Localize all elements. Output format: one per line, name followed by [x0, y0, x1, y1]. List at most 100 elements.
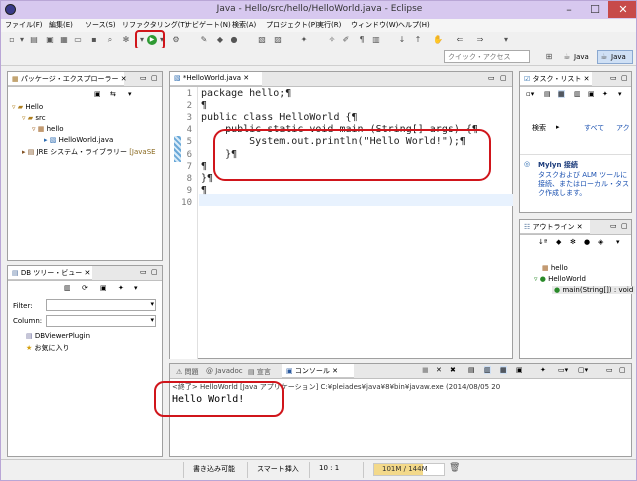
console-scroll-lock-icon[interactable]: ▥ — [484, 366, 491, 374]
filter-combo[interactable]: ▾ — [46, 299, 156, 311]
close-tab-icon[interactable]: ✕ — [119, 75, 127, 83]
minimize-button[interactable]: – — [556, 1, 582, 18]
garbage-collect-icon[interactable]: 🗑 — [449, 463, 460, 473]
save-all-icon[interactable]: ▦ — [59, 35, 69, 45]
new-package-icon[interactable]: ◆ — [215, 35, 225, 45]
save-icon[interactable]: ▣ — [45, 35, 55, 45]
menu-file[interactable]: ファイル(F) — [5, 20, 43, 30]
tab-javadoc[interactable]: @ Javadoc — [206, 367, 243, 375]
block-selection-icon[interactable]: ¶ — [357, 35, 367, 45]
view-menu-icon[interactable]: ▾ — [128, 90, 132, 98]
quick-access-input[interactable] — [444, 50, 530, 63]
close-tab-icon[interactable]: ✕ — [575, 223, 583, 231]
chevron-down-icon[interactable]: ▾ — [501, 35, 511, 45]
perspective-java[interactable]: Java — [574, 53, 589, 61]
mylyn-description[interactable]: タスクおよび ALM ツールに接続、またはローカル・タスク作成します。 — [538, 171, 630, 198]
task-list-tab[interactable]: ☑ タスク・リスト ✕ — [520, 72, 592, 86]
minimize-icon[interactable]: ▭ — [610, 74, 617, 82]
close-tab-icon[interactable]: ✕ — [330, 367, 338, 375]
editor-tab-helloworld[interactable]: ▧ *HelloWorld.java ✕ — [170, 72, 262, 86]
hide-local-types-icon[interactable]: ◈ — [598, 238, 603, 246]
task-act-label[interactable]: アク — [616, 123, 630, 133]
maximize-icon[interactable]: ▢ — [500, 74, 507, 82]
code-line[interactable]: public class HelloWorld {¶ — [201, 112, 358, 123]
external-tools-icon[interactable]: ⚙ — [171, 35, 181, 45]
outline-item-method[interactable]: ● main(String[]) : void — [552, 286, 636, 294]
console-clear-icon[interactable]: ▤ — [468, 366, 475, 374]
code-line[interactable]: package hello;¶ — [201, 88, 291, 99]
maximize-icon[interactable]: ▢ — [621, 222, 628, 230]
column-combo[interactable]: ▾ — [46, 315, 156, 327]
package-explorer-tab[interactable]: ▦ パッケージ・エクスプローラー ✕ — [8, 72, 127, 86]
debug-icon[interactable]: ✻ — [121, 35, 131, 45]
code-line[interactable]: ¶ — [201, 185, 207, 196]
tab-problems[interactable]: ⚠ 問題 — [176, 367, 199, 377]
close-tab-icon[interactable]: ✕ — [581, 75, 590, 83]
db-tree-view-tab[interactable]: ▤ DB ツリー・ビュー ✕ — [8, 266, 92, 280]
new-icon[interactable]: ▫ — [7, 35, 17, 45]
menu-window[interactable]: ウィンドウ(W) — [351, 20, 398, 30]
hide-nonpublic-icon[interactable]: ● — [584, 238, 590, 246]
outline-tab[interactable]: ☷ アウトライン ✕ — [520, 220, 590, 234]
back-icon[interactable]: ⇐ — [455, 35, 465, 45]
open-task-icon[interactable]: ▨ — [273, 35, 283, 45]
next-annotation-icon[interactable]: ↓ — [397, 35, 407, 45]
menu-search[interactable]: 検索(A) — [232, 20, 256, 30]
maximize-icon[interactable]: ▢ — [151, 74, 158, 82]
minimize-icon[interactable]: ▭ — [488, 74, 495, 82]
open-icon[interactable]: ▤ — [29, 35, 39, 45]
minimize-icon[interactable]: ▭ — [606, 366, 613, 374]
console-word-wrap-icon[interactable]: ▦ — [500, 366, 507, 374]
print-icon[interactable]: ▭ — [73, 35, 83, 45]
toggle-mark-icon[interactable]: ✐ — [341, 35, 351, 45]
link-editor-icon[interactable]: ⇆ — [110, 90, 116, 98]
memory-bar[interactable]: 101M / 144M — [373, 463, 445, 476]
code-line[interactable]: ¶ — [201, 100, 207, 111]
maximize-icon[interactable]: ▢ — [621, 74, 628, 82]
db-menu-icon[interactable]: ▾ — [134, 284, 138, 292]
terminal-icon[interactable]: ▪ — [89, 35, 99, 45]
menu-refactor[interactable]: リファクタリング(T) — [122, 20, 187, 30]
minimize-icon[interactable]: ▭ — [610, 222, 617, 230]
close-button[interactable]: ✕ — [608, 1, 636, 18]
last-edit-icon[interactable]: ✋ — [433, 35, 443, 45]
hide-static-icon[interactable]: ✻ — [570, 238, 576, 246]
db-tree-item-plugin[interactable]: ▤ DBViewerPlugin — [26, 332, 90, 340]
menu-edit[interactable]: 編集(E) — [49, 20, 73, 30]
console-remove-icon[interactable]: ✕ — [436, 366, 442, 374]
menu-navigate[interactable]: ナビゲート(N) — [185, 20, 231, 30]
outline-item-package[interactable]: ▦ hello — [542, 264, 568, 272]
collapse-all-icon[interactable]: ▣ — [94, 90, 101, 98]
forward-icon[interactable]: ⇒ — [475, 35, 485, 45]
task-categorized-icon[interactable]: ▤ — [544, 90, 551, 98]
db-filter-icon[interactable]: ▣ — [100, 284, 107, 292]
tree-item-jre[interactable]: ▸ ▤ JRE システム・ライブラリー [JavaSE — [22, 147, 156, 157]
mark-icon[interactable]: ✧ — [327, 35, 337, 45]
db-connect-icon[interactable]: ▥ — [64, 284, 71, 292]
tab-console[interactable]: ▣ コンソール ✕ — [282, 364, 354, 378]
sort-icon[interactable]: ↓ª — [538, 238, 547, 246]
new-task-icon[interactable]: ▫▾ — [526, 90, 534, 98]
db-tree-item-favorites[interactable]: ★ お気に入り — [26, 343, 70, 353]
prev-annotation-icon[interactable]: ↑ — [413, 35, 423, 45]
console-open-icon[interactable]: ▢▾ — [578, 366, 588, 374]
open-type-icon[interactable]: ▧ — [257, 35, 267, 45]
console-remove-all-icon[interactable]: ✖ — [450, 366, 456, 374]
db-pin-icon[interactable]: ✦ — [118, 284, 124, 292]
tab-declaration[interactable]: ▤ 宣言 — [248, 367, 271, 377]
menu-run[interactable]: 実行(R) — [317, 20, 341, 30]
menu-source[interactable]: ソース(S) — [85, 20, 116, 30]
hide-fields-icon[interactable]: ◆ — [556, 238, 561, 246]
dropdown-icon[interactable]: ▾ — [17, 35, 27, 45]
code-line[interactable]: }¶ — [201, 173, 213, 184]
close-tab-icon[interactable]: ✕ — [82, 269, 90, 277]
tree-item-hello[interactable]: ▿ ▰ Hello — [12, 103, 43, 111]
task-filter-icon[interactable]: ▥ — [574, 90, 581, 98]
task-menu-icon[interactable]: ▾ — [618, 90, 622, 98]
search-icon[interactable]: ⌕ — [105, 35, 115, 45]
minimize-icon[interactable]: ▭ — [140, 268, 147, 276]
show-whitespace-icon[interactable]: ▥ — [371, 35, 381, 45]
minimize-icon[interactable]: ▭ — [140, 74, 147, 82]
perspective-java-ee[interactable]: Java — [611, 53, 626, 61]
outline-menu-icon[interactable]: ▾ — [616, 238, 620, 246]
